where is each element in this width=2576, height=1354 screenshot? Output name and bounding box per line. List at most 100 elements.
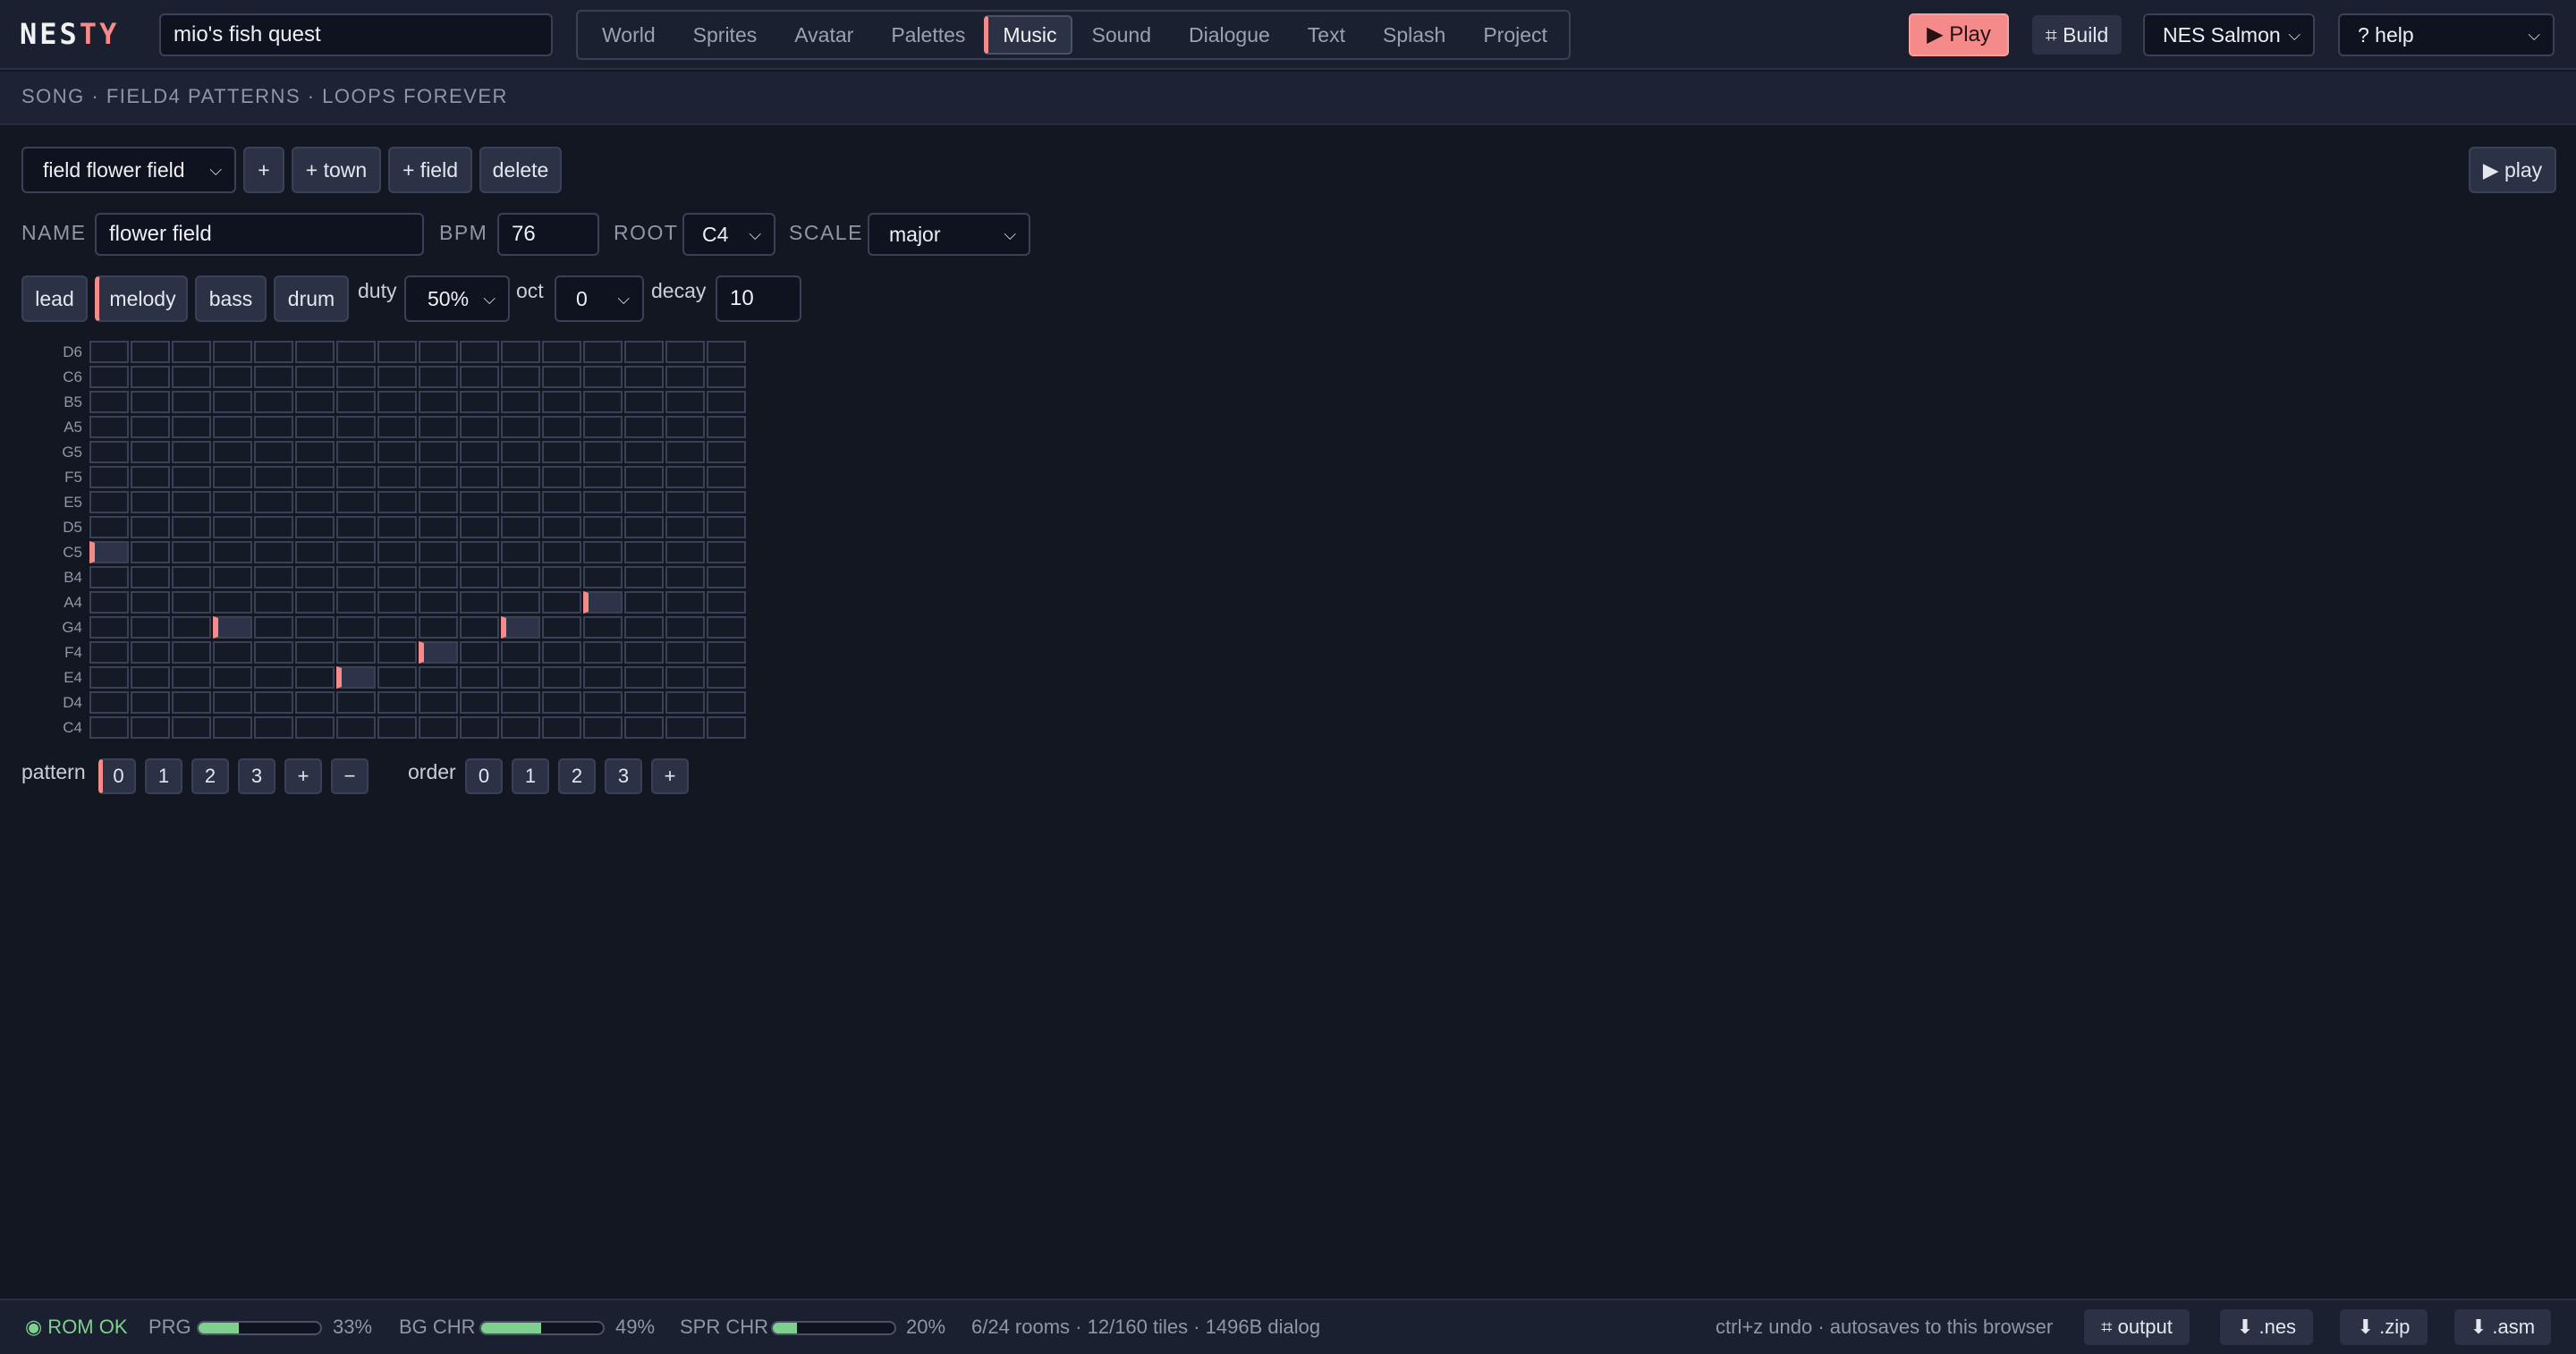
- note-cell[interactable]: [295, 341, 335, 363]
- note-cell[interactable]: [542, 616, 581, 639]
- note-cell[interactable]: [131, 341, 170, 363]
- note-cell[interactable]: [131, 391, 170, 413]
- note-cell[interactable]: [665, 691, 705, 714]
- note-cell[interactable]: [295, 616, 335, 639]
- note-cell[interactable]: [665, 516, 705, 538]
- root-select[interactable]: C4 ⌵: [682, 213, 775, 256]
- note-cell[interactable]: [295, 691, 335, 714]
- octave-select[interactable]: 0 ⌵: [555, 275, 644, 322]
- note-cell[interactable]: [419, 366, 458, 388]
- note-cell[interactable]: [542, 391, 581, 413]
- note-cell[interactable]: [172, 616, 211, 639]
- note-cell[interactable]: [624, 441, 664, 463]
- order-2-button[interactable]: 2: [558, 758, 596, 794]
- tab-music[interactable]: Music: [984, 15, 1073, 55]
- play-button[interactable]: ▶ Play: [1909, 13, 2009, 56]
- note-cell[interactable]: [707, 391, 746, 413]
- note-cell[interactable]: [501, 341, 540, 363]
- note-cell[interactable]: [542, 466, 581, 488]
- note-cell[interactable]: [707, 341, 746, 363]
- note-cell[interactable]: [707, 616, 746, 639]
- project-name-input[interactable]: [159, 13, 553, 56]
- song-name-input[interactable]: [95, 213, 424, 256]
- note-cell[interactable]: [665, 366, 705, 388]
- note-cell[interactable]: [254, 716, 293, 739]
- note-cell[interactable]: [665, 716, 705, 739]
- note-cell[interactable]: [336, 541, 376, 563]
- note-cell[interactable]: [542, 691, 581, 714]
- note-cell[interactable]: [254, 491, 293, 513]
- note-cell[interactable]: [707, 716, 746, 739]
- note-cell[interactable]: [89, 491, 129, 513]
- help-select[interactable]: ? help ⌵: [2338, 13, 2555, 56]
- note-cell[interactable]: [172, 691, 211, 714]
- note-cell[interactable]: [501, 391, 540, 413]
- note-cell[interactable]: [295, 441, 335, 463]
- pattern-3-button[interactable]: 3: [238, 758, 275, 794]
- note-cell[interactable]: [336, 366, 376, 388]
- note-cell[interactable]: [172, 466, 211, 488]
- note-cell[interactable]: [501, 666, 540, 689]
- note-cell[interactable]: [583, 366, 623, 388]
- note-cell[interactable]: [501, 441, 540, 463]
- note-cell[interactable]: [377, 641, 417, 664]
- note-cell[interactable]: [89, 341, 129, 363]
- note-cell[interactable]: [377, 616, 417, 639]
- note-cell[interactable]: [665, 591, 705, 614]
- note-cell[interactable]: [213, 541, 252, 563]
- note-cell[interactable]: [131, 616, 170, 639]
- note-cell[interactable]: [254, 591, 293, 614]
- note-cell[interactable]: [501, 466, 540, 488]
- note-cell[interactable]: [501, 491, 540, 513]
- note-cell[interactable]: [336, 616, 376, 639]
- delete-song-button[interactable]: delete: [479, 147, 562, 193]
- tab-avatar[interactable]: Avatar: [775, 15, 872, 55]
- note-cell[interactable]: [583, 641, 623, 664]
- note-cell[interactable]: [254, 341, 293, 363]
- note-cell[interactable]: [172, 366, 211, 388]
- note-cell[interactable]: [624, 491, 664, 513]
- note-cell[interactable]: [89, 441, 129, 463]
- note-cell[interactable]: [213, 616, 252, 639]
- note-cell[interactable]: [665, 466, 705, 488]
- note-cell[interactable]: [460, 341, 499, 363]
- note-cell[interactable]: [460, 441, 499, 463]
- note-cell[interactable]: [419, 466, 458, 488]
- note-cell[interactable]: [377, 366, 417, 388]
- note-cell[interactable]: [377, 491, 417, 513]
- note-cell[interactable]: [624, 416, 664, 438]
- note-cell[interactable]: [624, 516, 664, 538]
- note-cell[interactable]: [583, 441, 623, 463]
- note-cell[interactable]: [665, 416, 705, 438]
- note-cell[interactable]: [460, 491, 499, 513]
- note-cell[interactable]: [89, 466, 129, 488]
- note-cell[interactable]: [583, 391, 623, 413]
- note-cell[interactable]: [131, 466, 170, 488]
- note-cell[interactable]: [377, 466, 417, 488]
- note-cell[interactable]: [172, 591, 211, 614]
- note-cell[interactable]: [172, 341, 211, 363]
- note-cell[interactable]: [419, 516, 458, 538]
- note-cell[interactable]: [89, 591, 129, 614]
- note-cell[interactable]: [501, 641, 540, 664]
- note-cell[interactable]: [377, 716, 417, 739]
- note-cell[interactable]: [336, 466, 376, 488]
- note-cell[interactable]: [624, 391, 664, 413]
- note-cell[interactable]: [131, 516, 170, 538]
- note-cell[interactable]: [131, 666, 170, 689]
- note-cell[interactable]: [419, 341, 458, 363]
- note-cell[interactable]: [707, 516, 746, 538]
- note-cell[interactable]: [707, 666, 746, 689]
- note-cell[interactable]: [377, 666, 417, 689]
- note-cell[interactable]: [707, 566, 746, 588]
- note-cell[interactable]: [336, 691, 376, 714]
- note-cell[interactable]: [501, 691, 540, 714]
- note-cell[interactable]: [172, 541, 211, 563]
- pattern-1-button[interactable]: 1: [145, 758, 182, 794]
- note-cell[interactable]: [583, 616, 623, 639]
- note-cell[interactable]: [213, 341, 252, 363]
- note-cell[interactable]: [254, 566, 293, 588]
- note-cell[interactable]: [89, 391, 129, 413]
- note-cell[interactable]: [542, 541, 581, 563]
- note-cell[interactable]: [460, 516, 499, 538]
